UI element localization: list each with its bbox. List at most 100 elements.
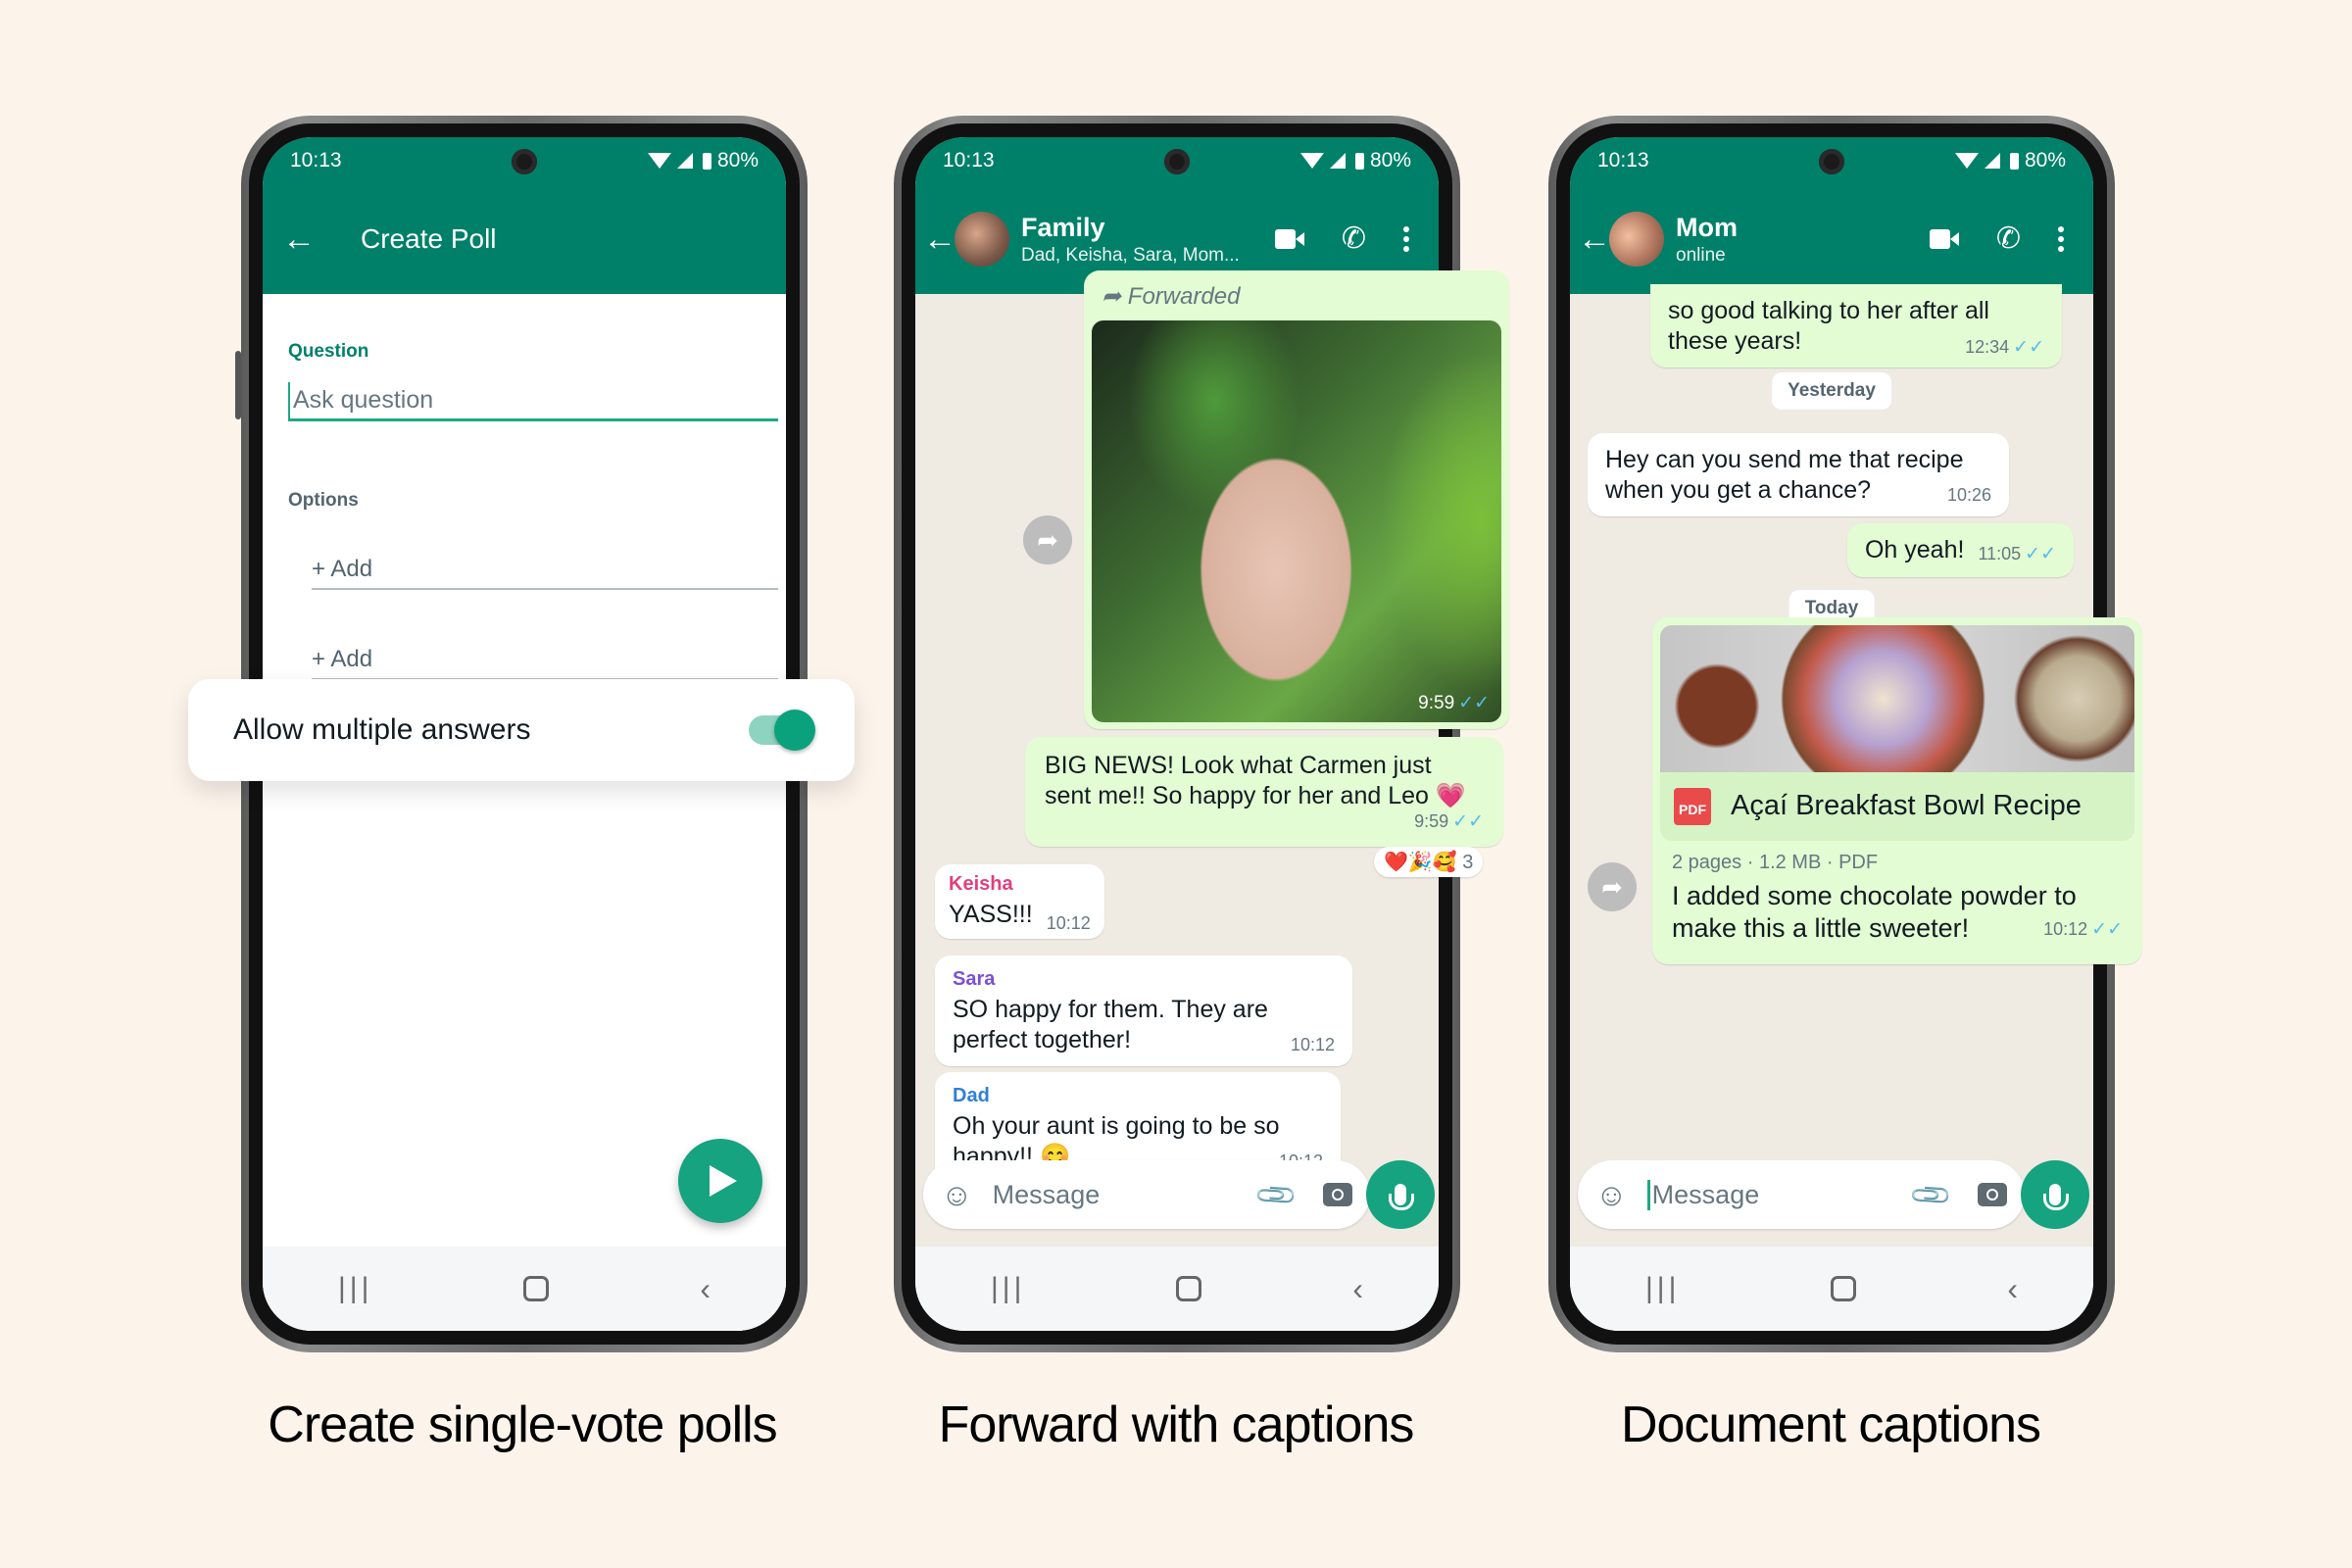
system-nav-bar: ||| ‹ [263,1247,786,1331]
caption-time: 9:59 [1414,811,1449,831]
system-nav-bar: ||| ‹ [915,1247,1439,1331]
send-button[interactable] [678,1139,762,1223]
message-text: YASS!!! [949,901,1033,929]
sender-name: Dad [953,1085,990,1106]
contact-status: online [1676,244,1726,266]
message-time: 10:12 [2043,919,2088,940]
back-arrow-icon[interactable]: ← [282,220,323,259]
recent-apps-icon[interactable]: ||| [991,1272,1025,1305]
option-input[interactable]: + Add [312,551,778,590]
caption-text: BIG NEWS! Look what Carmen just sent me!… [1045,752,1466,809]
wifi-icon [1299,153,1324,169]
attach-icon[interactable]: 📎 [1253,1171,1300,1218]
message-bubble[interactable]: Oh yeah! 11:05 ✓✓ [1846,523,2074,577]
forwarded-icon: ➦ [1102,283,1122,310]
message-time: 10:12 [1290,1034,1335,1054]
emoji-icon[interactable]: ☺ [1595,1177,1628,1213]
allow-multiple-toggle[interactable] [749,710,815,751]
video-call-icon[interactable] [1274,229,1304,249]
forwarded-label: Forwarded [1127,283,1241,310]
chat-name: Mom [1676,212,1738,242]
battery-icon [2009,152,2019,170]
recent-apps-icon[interactable]: ||| [338,1272,372,1305]
option-input[interactable]: + Add [312,641,778,680]
camera-icon[interactable] [1323,1183,1352,1206]
status-bar: 10:13 80% [915,137,1439,184]
home-icon[interactable] [523,1276,550,1301]
options-label: Options [288,490,359,511]
forwarded-photo-bubble[interactable]: ➦ Forwarded 9:59 ✓✓ [1084,270,1509,729]
nav-back-icon[interactable]: ‹ [1352,1271,1363,1307]
document-preview-image[interactable] [1660,625,2134,772]
nav-back-icon[interactable]: ‹ [2007,1271,2018,1307]
more-options-icon[interactable] [2058,226,2064,252]
read-ticks-icon: ✓✓ [2013,336,2044,358]
voice-call-icon[interactable]: ✆ [1342,224,1366,254]
message-time: 12:34 [1965,336,2010,357]
document-bubble[interactable]: PDF Açaí Breakfast Bowl Recipe 2 pages ·… [1652,617,2142,964]
voice-call-icon[interactable]: ✆ [1996,224,2021,254]
attach-icon[interactable]: 📎 [1908,1171,1955,1218]
message-meta: 11:05 ✓✓ [1978,543,2056,565]
volume-button [235,351,241,419]
message-time: 11:05 [1978,544,2022,564]
recent-apps-icon[interactable]: ||| [1645,1272,1680,1305]
video-call-icon[interactable] [1929,229,1959,249]
feature-caption: Create single-vote polls [268,1396,777,1453]
voice-message-button[interactable] [1366,1160,1435,1229]
read-ticks-icon: ✓✓ [2025,544,2056,564]
read-ticks-icon: ✓✓ [1452,811,1484,832]
forward-icon[interactable]: ➦ [1023,515,1072,564]
photo-time: 9:59 [1418,693,1455,714]
voice-message-button[interactable] [2021,1160,2089,1229]
system-nav-bar: ||| ‹ [1570,1247,2093,1331]
read-ticks-icon: ✓✓ [1458,693,1490,714]
message-bubble[interactable]: so good talking to her after all these y… [1650,284,2062,368]
date-divider: Yesterday [1772,372,1891,410]
forwarded-photo[interactable]: 9:59 ✓✓ [1092,320,1501,723]
message-bubble[interactable]: Sara SO happy for them. They are perfect… [935,956,1352,1067]
message-bubble[interactable]: Keisha YASS!!! 10:12 [935,864,1104,940]
caption-bubble[interactable]: BIG NEWS! Look what Carmen just sent me!… [1025,737,1503,848]
document-title: Açaí Breakfast Bowl Recipe [1731,790,2082,822]
camera-icon[interactable] [1978,1183,2007,1206]
wifi-icon [1954,153,1979,169]
question-label: Question [288,341,369,362]
message-text: so good talking to her after all these y… [1668,297,1989,355]
sender-name: Keisha [949,873,1013,895]
message-input[interactable]: Message [1646,1179,1914,1210]
home-icon[interactable] [1831,1276,1857,1301]
reaction-count: 3 [1462,852,1474,873]
message-input-bar: ☺ Message 📎 [923,1160,1370,1229]
message-time: 10:26 [1946,484,1991,505]
read-ticks-icon: ✓✓ [2091,919,2123,941]
forward-icon[interactable]: ➦ [1588,862,1637,911]
front-camera [1819,149,1844,174]
back-arrow-icon[interactable]: ← [923,220,956,259]
reactions-badge[interactable]: ❤️🎉🥰 3 [1374,847,1484,877]
allow-multiple-answers-row[interactable]: Allow multiple answers [188,679,855,781]
document-caption-wrap: I added some chocolate powder to make th… [1660,874,2134,951]
chat-info[interactable]: Mom online [1676,213,1930,267]
message-bubble[interactable]: Hey can you send me that recipe when you… [1588,433,2009,516]
message-input[interactable]: Message [993,1180,1259,1210]
signal-icon [676,153,693,169]
feature-caption: Document captions [1620,1396,2041,1453]
chat-info[interactable]: Family Dad, Keisha, Sara, Mom... [1021,213,1275,267]
nav-back-icon[interactable]: ‹ [700,1271,710,1307]
emoji-icon[interactable]: ☺ [941,1177,973,1213]
contact-avatar[interactable] [1609,212,1664,267]
battery-level: 80% [716,149,759,172]
document-title-row[interactable]: PDF Açaí Breakfast Bowl Recipe [1660,772,2134,841]
home-icon[interactable] [1176,1276,1202,1301]
mic-icon [2043,1184,2069,1210]
more-options-icon[interactable] [1403,226,1409,252]
allow-multiple-label: Allow multiple answers [233,713,531,746]
chat-header: ← Mom online ✆ [1570,184,2093,294]
photo-time-row: 9:59 ✓✓ [1418,692,1490,714]
group-avatar[interactable] [955,212,1009,267]
app-bar: ← Create Poll [263,184,786,294]
question-input[interactable]: Ask question [288,382,778,421]
back-arrow-icon[interactable]: ← [1578,220,1611,259]
battery-level: 80% [2024,149,2066,172]
